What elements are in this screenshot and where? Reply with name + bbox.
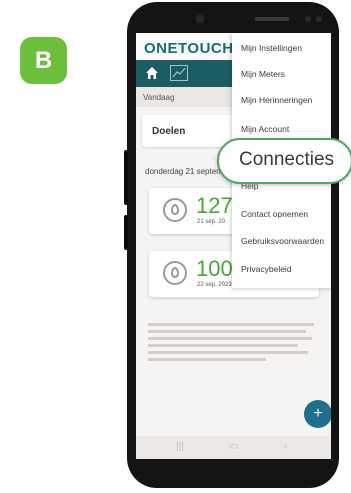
menu-item-voorwaarden[interactable]: Gebruiksvoorwaarden [241, 236, 324, 246]
home-button-icon[interactable]: ▭ [229, 441, 238, 452]
step-badge: B [20, 37, 67, 84]
menu-item-contact[interactable]: Contact opnemen [241, 209, 308, 219]
add-button[interactable]: + [304, 400, 331, 428]
blood-drop-icon [163, 198, 187, 222]
date-label: Vandaag [143, 93, 175, 102]
back-icon[interactable]: ‹ [284, 441, 287, 452]
reading-value: 127 [196, 193, 233, 218]
app-logo: ONETOUCH [144, 40, 234, 57]
menu-item-herinneringen[interactable]: Mijn Herinneringen [241, 95, 312, 105]
menu-item-privacy[interactable]: Privacybeleid [241, 264, 292, 274]
phone-earpiece [255, 17, 289, 21]
menu-item-connecties[interactable]: Connecties [217, 138, 351, 184]
menu-item-instellingen[interactable]: Mijn Instellingen [241, 43, 302, 53]
phone-side-button [124, 150, 128, 205]
camera-icon [196, 15, 204, 23]
phone-side-button [124, 215, 128, 250]
sensor-icon [305, 16, 311, 22]
menu-item-account[interactable]: Mijn Account [241, 124, 289, 134]
sensor-icon [316, 16, 322, 22]
chart-icon[interactable] [170, 65, 188, 81]
recent-apps-icon[interactable]: ||| [176, 441, 184, 452]
blood-drop-icon [163, 261, 187, 285]
legal-footer-text [148, 323, 318, 368]
reading-time: 21 sep. 20 [197, 219, 226, 225]
blurred-text-lines [148, 323, 314, 361]
phone-screen: ONETOUCH Vandaag Doelen donderdag 21 sep… [136, 33, 331, 459]
android-nav-bar: ||| ▭ ‹ [136, 436, 331, 459]
day-label: donderdag 21 septem [145, 167, 223, 176]
menu-item-meters[interactable]: Mijn Meters [241, 69, 285, 79]
reading-value: 100 [196, 256, 233, 281]
goals-label: Doelen [152, 126, 186, 137]
connecties-label: Connecties [239, 149, 335, 170]
home-icon[interactable] [144, 65, 160, 81]
